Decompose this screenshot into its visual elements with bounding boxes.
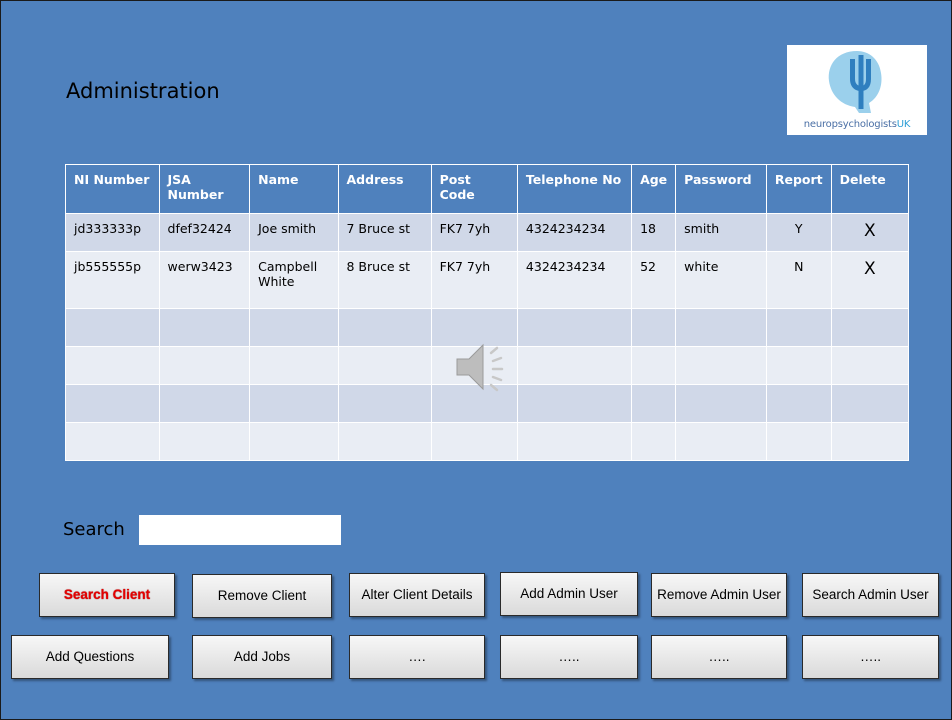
col-header-age: Age: [631, 164, 677, 214]
brand-logo: neuropsychologistsUK: [787, 45, 927, 135]
cell-telephone: 4324234234: [516, 213, 633, 252]
add-jobs-button[interactable]: Add Jobs: [192, 635, 332, 679]
table-row[interactable]: jd333333p dfef32424 Joe smith 7 Bruce st…: [65, 213, 910, 252]
cell-jsa-number: werw3423: [158, 251, 251, 309]
psi-head-logo-icon: [828, 51, 882, 113]
page-title: Administration: [66, 79, 220, 103]
col-header-report: Report: [765, 164, 832, 214]
col-header-name: Name: [249, 164, 339, 214]
add-questions-button[interactable]: Add Questions: [11, 635, 169, 679]
col-header-password: Password: [675, 164, 767, 214]
cell-post-code: FK7 7yh: [430, 251, 518, 309]
cell-telephone: 4324234234: [516, 251, 633, 309]
table-header-row: NI Number JSA Number Name Address Post C…: [65, 164, 910, 214]
search-client-button[interactable]: Search Client: [39, 573, 175, 617]
cell-report: Y: [765, 213, 832, 252]
placeholder-button-1[interactable]: ….: [349, 635, 485, 679]
slide: Administration neuropsychologistsUK NI N…: [0, 0, 952, 720]
col-header-jsa-number: JSA Number: [158, 164, 251, 214]
cell-age: 18: [631, 213, 677, 252]
col-header-telephone: Telephone No: [516, 164, 633, 214]
table-row[interactable]: jb555555p werw3423 Campbell White 8 Bruc…: [65, 251, 910, 309]
speaker-icon[interactable]: [453, 339, 517, 395]
cell-address: 8 Bruce st: [337, 251, 432, 309]
col-header-post-code: Post Code: [430, 164, 518, 214]
cell-password: white: [675, 251, 767, 309]
remove-admin-user-button[interactable]: Remove Admin User: [651, 573, 787, 617]
cell-password: smith: [675, 213, 767, 252]
search-admin-user-button[interactable]: Search Admin User: [802, 573, 939, 617]
placeholder-button-4[interactable]: …..: [802, 635, 939, 679]
cell-address: 7 Bruce st: [337, 213, 432, 252]
col-header-ni-number: NI Number: [65, 164, 160, 214]
remove-client-button[interactable]: Remove Client: [192, 574, 332, 618]
placeholder-button-2[interactable]: …..: [500, 635, 638, 679]
cell-jsa-number: dfef32424: [158, 213, 251, 252]
clients-table: NI Number JSA Number Name Address Post C…: [65, 164, 910, 461]
cell-ni-number: jb555555p: [65, 251, 160, 309]
search-input[interactable]: [139, 515, 341, 545]
cell-post-code: FK7 7yh: [430, 213, 518, 252]
logo-text: neuropsychologistsUK: [803, 119, 911, 130]
placeholder-button-3[interactable]: …..: [651, 635, 787, 679]
cell-report: N: [765, 251, 832, 309]
search-label: Search: [63, 519, 125, 540]
delete-row-button[interactable]: X: [830, 213, 910, 252]
add-admin-user-button[interactable]: Add Admin User: [500, 572, 638, 616]
delete-row-button[interactable]: X: [830, 251, 910, 309]
col-header-address: Address: [337, 164, 432, 214]
cell-ni-number: jd333333p: [65, 213, 160, 252]
cell-age: 52: [631, 251, 677, 309]
cell-name: Campbell White: [249, 251, 339, 309]
empty-table-row: [65, 422, 910, 461]
cell-name: Joe smith: [249, 213, 339, 252]
col-header-delete: Delete: [830, 164, 910, 214]
alter-client-details-button[interactable]: Alter Client Details: [349, 573, 485, 617]
